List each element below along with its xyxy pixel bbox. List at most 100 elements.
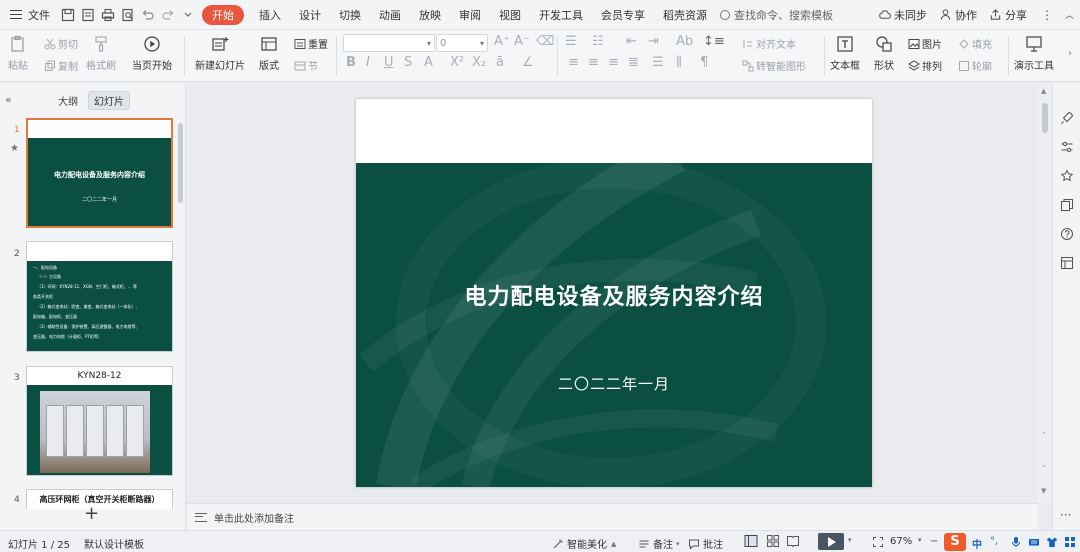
numbering-icon[interactable]: ☷ (592, 34, 604, 49)
pin-icon[interactable] (1060, 169, 1074, 183)
slide-thumbnail-3[interactable]: KYN28-12 (26, 366, 173, 476)
columns-icon[interactable]: ⫼ (676, 55, 682, 70)
paste-button[interactable]: 粘贴 (8, 34, 28, 72)
phonetic-icon[interactable]: ā (496, 55, 504, 70)
sync-status-button[interactable]: 未同步 (872, 7, 933, 23)
notes-toggle-button[interactable]: 备注 ▾ (638, 536, 680, 551)
play-slideshow-button[interactable] (818, 533, 844, 550)
font-size-select[interactable]: 0 ▾ (436, 34, 488, 52)
scrollbar-thumb[interactable] (1042, 103, 1048, 133)
text-direction-icon[interactable]: Ab (676, 34, 693, 49)
slide-thumbnail-4[interactable]: 高压环网柜（真空开关柜断路器） (26, 489, 173, 509)
redo-icon[interactable] (160, 7, 176, 23)
distribute-icon[interactable]: ☰ (652, 55, 664, 70)
more-quick-access-icon[interactable] (180, 7, 196, 23)
justify-icon[interactable]: ≣ (628, 55, 639, 70)
microphone-icon[interactable] (1010, 536, 1025, 548)
command-search[interactable]: 查找命令、搜索模板 (720, 7, 833, 23)
scroll-down-icon[interactable]: ▼ (1041, 487, 1046, 495)
italic-icon[interactable]: I (366, 55, 370, 70)
slide-title[interactable]: 电力配电设备及服务内容介绍 (356, 279, 872, 311)
align-left-icon[interactable]: ≡ (568, 55, 579, 70)
font-family-select[interactable]: ▾ (343, 34, 435, 52)
normal-view-icon[interactable] (744, 534, 761, 548)
line-spacing-icon[interactable]: ↕≡ (703, 34, 725, 49)
presentation-tools-button[interactable]: 演示工具 (1014, 34, 1054, 72)
subscript-icon[interactable]: X₂ (472, 55, 486, 70)
fit-window-icon[interactable] (872, 536, 887, 548)
file-menu[interactable]: 文件 (0, 7, 58, 23)
format-painter-button[interactable]: 格式刷 (86, 34, 116, 72)
share-button[interactable]: 分享 (983, 7, 1033, 23)
fill-button[interactable]: 填充 (958, 36, 992, 51)
print-icon[interactable] (100, 7, 116, 23)
reading-view-icon[interactable] (786, 534, 803, 548)
ime-mode[interactable]: 中 (972, 536, 982, 551)
add-slide-icon[interactable]: + (84, 503, 99, 524)
tab-transitions[interactable]: 切换 (330, 7, 370, 23)
export-pdf-icon[interactable] (80, 7, 96, 23)
more-options-icon[interactable]: ⋮ (1033, 8, 1059, 22)
tab-member[interactable]: 会员专享 (592, 7, 654, 23)
layout-button[interactable]: 版式 (259, 34, 279, 72)
clear-format-icon[interactable]: ⌫ (536, 34, 554, 49)
tab-home[interactable]: 开始 (202, 4, 244, 25)
smart-graphic-button[interactable]: 转智能图形 (742, 58, 806, 73)
scroll-up-icon[interactable]: ▲ (1041, 87, 1046, 95)
strikethrough-icon[interactable]: S (404, 55, 412, 70)
canvas-scrollbar[interactable]: ▲ ⌃ ⌄ ▼ (1038, 83, 1052, 503)
tab-insert[interactable]: 插入 (250, 7, 290, 23)
collapse-ribbon-icon[interactable]: ︿ (1059, 8, 1080, 21)
decrease-font-icon[interactable]: A⁻ (514, 34, 530, 49)
zoom-level[interactable]: 67% (890, 536, 912, 547)
skin-icon[interactable] (1046, 536, 1061, 548)
slide-sorter-icon[interactable] (766, 534, 783, 548)
tab-view[interactable]: 视图 (490, 7, 530, 23)
template-icon[interactable] (1060, 256, 1074, 270)
prev-slide-icon[interactable]: ⌃ (1041, 431, 1047, 439)
slideshow-dropdown-icon[interactable]: ▾ (848, 536, 852, 544)
tab-developer[interactable]: 开发工具 (530, 7, 592, 23)
align-text-button[interactable]: 对齐文本 (742, 36, 796, 51)
tab-slides[interactable]: 幻灯片 (88, 91, 130, 110)
more-tools-icon[interactable]: ··· (1060, 508, 1074, 522)
highlight-icon[interactable]: ∠ (522, 55, 534, 70)
decrease-indent-icon[interactable]: ⇤ (626, 34, 637, 49)
copy-slide-icon[interactable] (1060, 198, 1074, 212)
ribbon-scroll-right-icon[interactable]: › (1068, 48, 1072, 59)
paragraph-icon[interactable]: ¶ (700, 55, 708, 70)
template-name[interactable]: 默认设计模板 (84, 536, 144, 551)
tab-docer-resources[interactable]: 稻壳资源 (654, 7, 716, 23)
slide-thumbnail-1[interactable]: 电力配电设备及服务内容介绍 二〇二二年一月 (26, 118, 173, 228)
bullets-icon[interactable]: ☰ (565, 34, 577, 49)
align-right-icon[interactable]: ≡ (608, 55, 619, 70)
rocket-icon[interactable] (1060, 111, 1074, 125)
print-preview-icon[interactable] (120, 7, 136, 23)
outline-button[interactable]: 轮廓 (958, 58, 992, 73)
increase-indent-icon[interactable]: ⇥ (648, 34, 659, 49)
arrange-button[interactable]: 排列 (908, 58, 942, 73)
tab-animations[interactable]: 动画 (370, 7, 410, 23)
comments-button[interactable]: 批注 (688, 536, 723, 551)
settings-sliders-icon[interactable] (1060, 140, 1074, 154)
undo-icon[interactable] (140, 7, 156, 23)
collapse-panel-icon[interactable]: « (5, 93, 12, 106)
copy-button[interactable]: 复制 (44, 58, 78, 73)
current-slide[interactable]: 电力配电设备及服务内容介绍 二〇二二年一月 (356, 99, 872, 487)
zoom-out-icon[interactable]: − (930, 536, 938, 547)
superscript-icon[interactable]: X² (450, 55, 464, 70)
underline-icon[interactable]: U (384, 55, 394, 70)
new-slide-button[interactable]: 新建幻灯片 (195, 34, 245, 72)
picture-button[interactable]: 图片 (908, 36, 942, 51)
tab-outline[interactable]: 大纲 (58, 93, 78, 108)
section-button[interactable]: 节 (294, 58, 318, 73)
reset-button[interactable]: 重置 (294, 36, 328, 51)
smart-beautify-button[interactable]: 智能美化 ▲ (552, 536, 616, 551)
toolbox-icon[interactable] (1064, 536, 1079, 548)
align-center-icon[interactable]: ≡ (588, 55, 599, 70)
punctuation-icon[interactable]: °, (990, 536, 998, 547)
text-box-button[interactable]: 文本框 (830, 34, 860, 72)
collaborate-button[interactable]: 协作 (933, 7, 983, 23)
font-color-icon[interactable]: A (424, 55, 433, 70)
keyboard-icon[interactable] (1028, 536, 1043, 548)
